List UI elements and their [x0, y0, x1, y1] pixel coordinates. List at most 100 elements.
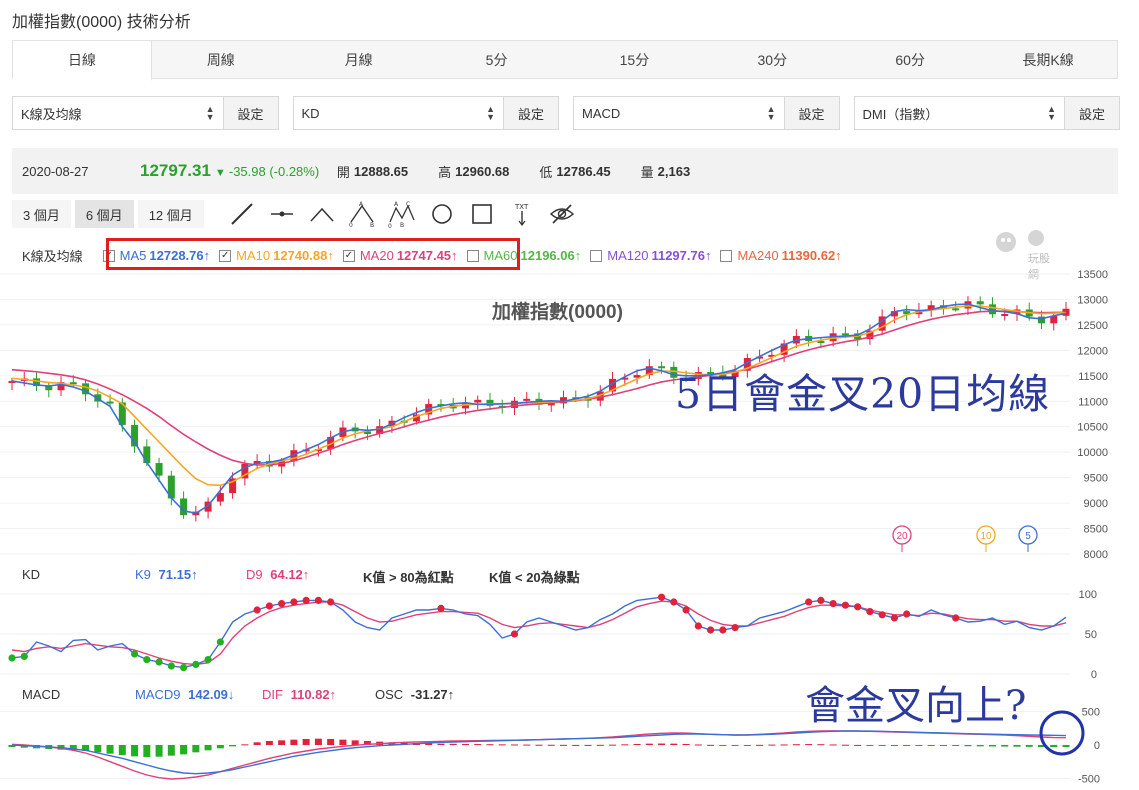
line-tool-icon[interactable]	[228, 200, 256, 228]
down-arrow-icon: ▼	[214, 166, 229, 179]
osc-bar	[314, 738, 322, 745]
d9-legend: D9 64.12↑	[246, 567, 309, 582]
kd-red-dot	[510, 630, 519, 638]
osc-bar	[339, 739, 347, 745]
select-value: MACD	[582, 105, 621, 121]
range-button[interactable]: 12 個月	[137, 200, 204, 228]
kd-red-dot	[731, 624, 739, 632]
select-value: K線及均線	[21, 106, 82, 122]
osc-bar	[143, 745, 151, 757]
rectangle-icon[interactable]	[468, 200, 496, 228]
kd-legend: KD	[22, 567, 40, 582]
hide-icon[interactable]	[548, 200, 576, 228]
indicator-select-group: MACD ▲ ▼ 設定	[573, 96, 840, 130]
tab-7[interactable]: 長期K線	[979, 41, 1117, 78]
osc-legend: OSC -31.27↑	[375, 687, 454, 702]
text-tool-icon[interactable]: TXT	[508, 200, 536, 228]
settings-button[interactable]: 設定	[503, 96, 559, 130]
osc-bar	[523, 744, 531, 746]
kd-red-dot	[719, 626, 727, 634]
quote-bar: 2020-08-27 12797.31 ▼ -35.98 (-0.28%) 開1…	[12, 148, 1118, 194]
ma-checkbox[interactable]	[720, 249, 733, 262]
svg-text:C: C	[406, 201, 410, 208]
kd-red-dot	[265, 602, 273, 610]
osc-bar	[510, 744, 518, 746]
svg-text:TXT: TXT	[514, 203, 529, 211]
range-button[interactable]: 6 個月	[74, 200, 134, 228]
osc-bar	[327, 739, 335, 745]
osc-bar	[792, 744, 800, 746]
osc-bar	[952, 745, 960, 746]
osc-bar	[841, 744, 849, 746]
osc-bar	[1025, 745, 1033, 747]
osc-bar	[535, 744, 543, 746]
ma-legend-item[interactable]: MA240 11390.62↑	[720, 248, 842, 263]
angle-icon[interactable]	[308, 200, 336, 228]
abcd-pattern-icon[interactable]: AC 0 B	[388, 200, 416, 228]
tab-0[interactable]: 日線	[13, 41, 152, 81]
indicator-select-group: KD ▲ ▼ 設定	[292, 96, 559, 130]
kd-red-dot	[670, 598, 678, 606]
osc-bar	[829, 744, 837, 746]
osc-bar	[547, 744, 555, 746]
osc-bar	[437, 743, 445, 745]
select-arrows-icon: ▲ ▼	[766, 104, 776, 122]
tab-3[interactable]: 5分	[428, 41, 566, 78]
osc-bar	[939, 745, 947, 746]
indicator-select-group: DMI（指數） ▲ ▼ 設定	[853, 96, 1120, 130]
abc-pattern-icon[interactable]: A0B	[348, 200, 376, 228]
ma-checkbox[interactable]	[590, 249, 603, 262]
kd-green-dot	[167, 662, 175, 670]
tab-1[interactable]: 周線	[152, 41, 290, 78]
candle-body	[1001, 313, 1009, 316]
tab-6[interactable]: 60分	[841, 41, 979, 78]
macd9-value: 142.09↓	[188, 687, 235, 702]
indicator-select[interactable]: DMI（指數） ▲ ▼	[853, 96, 1064, 130]
kd-green-dot	[216, 638, 224, 646]
settings-button[interactable]: 設定	[783, 96, 840, 130]
y-tick-label: 13000	[1077, 294, 1108, 306]
osc-bar	[633, 744, 641, 745]
ma-cross-annotation: 5日會金叉20日均線	[675, 370, 1051, 418]
ma-value: 11297.76↑	[651, 248, 712, 263]
candle-body	[658, 366, 666, 369]
period-tabs: 日線 周線 月線 5分 15分 30分 60分 長期K線	[12, 40, 1118, 81]
quote-date: 2020-08-27	[22, 163, 89, 179]
settings-button[interactable]: 設定	[1064, 96, 1120, 130]
tab-5[interactable]: 30分	[703, 41, 841, 78]
ma-label: MA240	[737, 248, 779, 263]
osc-bar	[621, 744, 629, 746]
osc-bar	[682, 744, 690, 745]
drawing-tools: A 0 B AC 0 B TXT	[228, 200, 576, 228]
k9-legend: K9 71.15↑	[135, 567, 198, 582]
tab-4[interactable]: 15分	[566, 41, 704, 78]
candle-body	[143, 446, 151, 464]
osc-bar	[278, 740, 286, 745]
osc-bar	[449, 743, 457, 745]
select-arrows-icon: ▲ ▼	[486, 104, 495, 122]
volume-label: 量	[640, 164, 654, 180]
tab-2[interactable]: 月線	[290, 41, 428, 78]
osc-bar	[498, 744, 506, 746]
svg-text:0: 0	[349, 222, 353, 228]
osc-bar	[351, 740, 359, 745]
indicator-select-group: K線及均線 ▲ ▼ 設定	[12, 96, 279, 130]
kd-red-dot	[253, 606, 261, 614]
ma-legend-item[interactable]: MA120 11297.76↑	[590, 248, 711, 263]
candle-body	[474, 399, 482, 403]
osc-bar	[229, 745, 237, 747]
osc-bar	[890, 745, 898, 746]
indicator-select[interactable]: KD ▲ ▼	[292, 96, 503, 130]
kd-green-dot	[8, 654, 16, 662]
osc-bar	[780, 744, 788, 746]
horizontal-line-icon[interactable]	[268, 200, 296, 228]
indicator-select[interactable]: MACD ▲ ▼	[573, 96, 784, 130]
circle-icon[interactable]	[428, 200, 456, 228]
range-button[interactable]: 3 個月	[12, 200, 71, 228]
kd-red-dot	[694, 622, 702, 630]
main-chart-title: 加權指數(0000)	[492, 302, 623, 323]
indicator-select[interactable]: K線及均線 ▲ ▼	[12, 96, 223, 130]
settings-button[interactable]: 設定	[222, 96, 279, 130]
range-buttons: 3 個月 6 個月 12 個月	[12, 200, 204, 228]
select-arrows-icon: ▲ ▼	[205, 104, 215, 122]
